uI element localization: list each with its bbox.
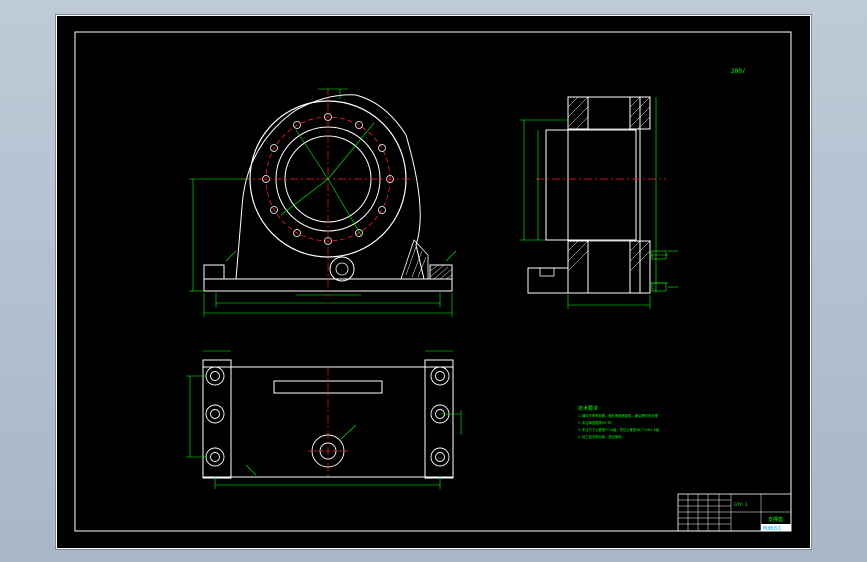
tech-req-title: 技术要求 — [578, 405, 598, 412]
drawing-canvas: 200/ 技术要求 1.铸件不得有砂眼、缩孔等铸造缺陷，铸后需时效处理 2.未注… — [56, 15, 811, 549]
technical-requirements: 技术要求 1.铸件不得有砂眼、缩孔等铸造缺陷，铸后需时效处理 2.未注铸造圆角R… — [578, 405, 660, 439]
tech-req-line-4: 4.加工前去除毛刺、锐边倒钝 — [578, 434, 622, 439]
tech-req-line-2: 2.未注铸造圆角R3~R5 — [578, 420, 612, 425]
front-view — [189, 87, 457, 317]
title-block: GYY-1 支撑座 MOBUSI — [677, 493, 792, 532]
company-tag: MOBUSI — [763, 526, 781, 532]
cad-viewport[interactable]: 200/ 技术要求 1.铸件不得有砂眼、缩孔等铸造缺陷，铸后需时效处理 2.未注… — [0, 0, 867, 562]
outer-border — [56, 15, 811, 549]
tech-req-line-3: 3.未注尺寸公差按IT14级，形位公差按GB/T1184 K级 — [578, 427, 660, 432]
drawing-sheet: 200/ 技术要求 1.铸件不得有砂眼、缩孔等铸造缺陷，铸后需时效处理 2.未注… — [56, 15, 811, 549]
scale-note: 200/ — [731, 68, 746, 75]
inner-frame — [74, 31, 792, 532]
part-name: 支撑座 — [768, 516, 783, 523]
top-view — [186, 350, 462, 489]
drawing-number: GYY-1 — [734, 502, 748, 508]
tech-req-line-1: 1.铸件不得有砂眼、缩孔等铸造缺陷，铸后需时效处理 — [578, 413, 659, 418]
side-section-view — [520, 96, 678, 309]
